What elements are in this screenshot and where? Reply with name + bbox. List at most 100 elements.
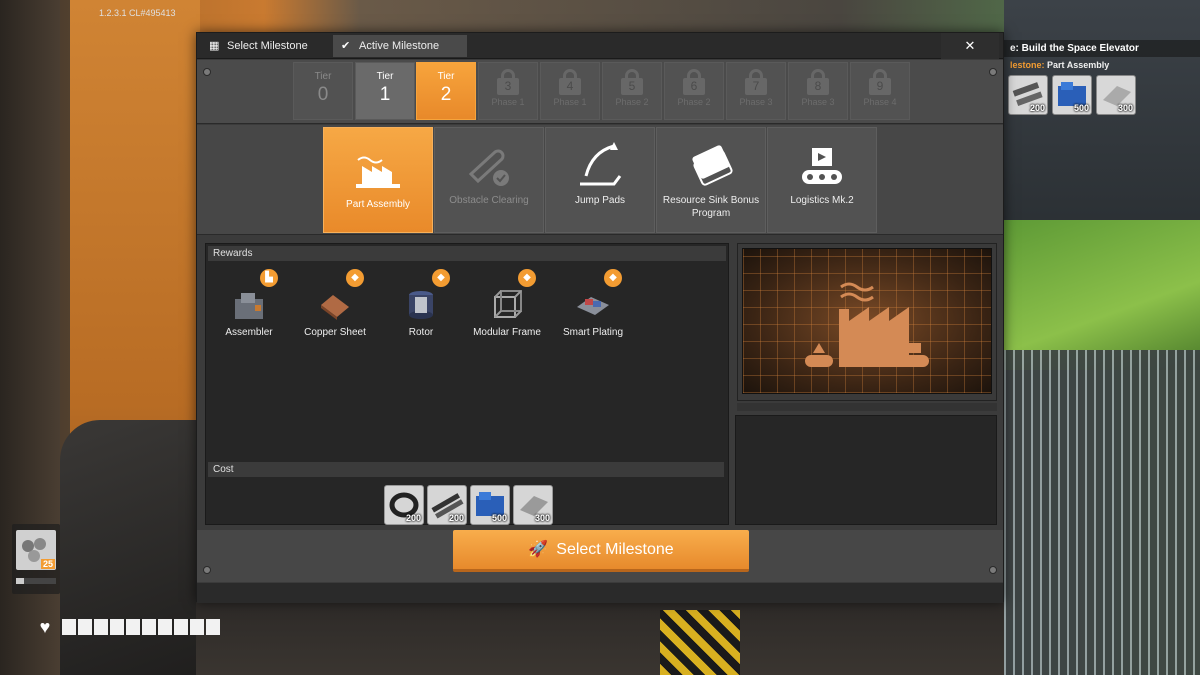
lock-icon: 7 (745, 69, 767, 95)
item-count: 25 (40, 559, 55, 569)
objective-hud: e: Build the Space Elevator lestone: Par… (1004, 40, 1200, 117)
lock-icon: 6 (683, 69, 705, 95)
milestone-obstacle-clearing[interactable]: Obstacle Clearing (434, 127, 544, 233)
milestone-window: ▦ Select Milestone ✔ Active Milestone ✕ … (196, 32, 1004, 603)
lock-icon: 8 (807, 69, 829, 95)
check-icon: ✔ (341, 40, 351, 52)
tier-3[interactable]: 3 Phase 1 (478, 62, 538, 120)
rivet (203, 68, 211, 76)
tier-8[interactable]: 8 Phase 3 (788, 62, 848, 120)
tab-active-milestone[interactable]: ✔ Active Milestone (333, 35, 467, 57)
sheet-icon[interactable]: 300 (513, 485, 553, 525)
objective-items: 200 500 300 (1004, 73, 1200, 117)
tier-9[interactable]: 9 Phase 4 (850, 62, 910, 120)
jump-pad-icon (580, 142, 622, 186)
window-frame (197, 583, 1003, 603)
background-floor (196, 600, 1004, 675)
equipment-slot: 25 (12, 524, 60, 594)
health-cell (62, 619, 76, 635)
health-cell (174, 619, 188, 635)
crates-icon[interactable]: 500 (470, 485, 510, 525)
reward-modular-frame[interactable]: ◆ Modular Frame (464, 269, 550, 338)
chainsaw-icon (468, 149, 509, 186)
milestone-logistics[interactable]: Logistics Mk.2 (767, 127, 877, 233)
background-grass (1004, 220, 1200, 370)
milestone-preview (737, 243, 997, 401)
modular-frame-icon (494, 290, 522, 318)
rods-icon[interactable]: 200 (427, 485, 467, 525)
heart-icon: ♥ (39, 617, 51, 637)
preview-screen (742, 248, 992, 394)
part-icon: ◆ (346, 269, 364, 287)
cable-icon[interactable]: 200 (384, 485, 424, 525)
description-panel (735, 415, 997, 525)
health-cell (110, 619, 124, 635)
health-cell (78, 619, 92, 635)
objective-title: e: Build the Space Elevator (1004, 40, 1200, 57)
preview-footer (737, 403, 997, 411)
reward-smart-plating[interactable]: ◆ Smart Plating (550, 269, 636, 338)
sheet-icon: 300 (1096, 75, 1136, 115)
tier-4[interactable]: 4 Phase 1 (540, 62, 600, 120)
grid-icon: ▦ (209, 40, 220, 52)
reward-assembler[interactable]: ▙ Assembler (206, 269, 292, 338)
milestone-jump-pads[interactable]: Jump Pads (545, 127, 655, 233)
cost-items: 200 200 500 300 (384, 485, 553, 525)
reward-copper-sheet[interactable]: ◆ Copper Sheet (292, 269, 378, 338)
cost-header: Cost (208, 462, 724, 477)
pipes-icon: 25 (16, 530, 56, 570)
bottom-bar: 🚀 Select Milestone (197, 530, 1003, 582)
rivet (989, 68, 997, 76)
version-label: 1.2.3.1 CL#495413 (99, 8, 176, 18)
background-hazard-stripes (660, 610, 740, 675)
assembler-icon (235, 293, 263, 319)
select-milestone-button[interactable]: 🚀 Select Milestone (453, 530, 749, 572)
factory-icon (805, 282, 929, 367)
tier-1[interactable]: Tier 1 (355, 62, 415, 120)
rotor-icon (409, 291, 433, 319)
rewards-grid: ▙ Assembler ◆ Copper Sheet ◆ Rotor ◆ Mod… (206, 263, 728, 463)
reward-rotor[interactable]: ◆ Rotor (378, 269, 464, 338)
building-icon: ▙ (260, 269, 278, 287)
part-icon: ◆ (604, 269, 622, 287)
smart-plating-icon (577, 297, 609, 315)
tier-2[interactable]: Tier 2 (416, 62, 476, 120)
coupon-icon (692, 145, 733, 186)
crates-icon: 500 (1052, 75, 1092, 115)
rewards-header: Rewards (208, 246, 726, 261)
rewards-panel: Rewards ▙ Assembler ◆ Copper Sheet ◆ Rot… (205, 243, 729, 525)
health-cells (62, 619, 220, 635)
close-button[interactable]: ✕ (941, 33, 999, 59)
milestone-resource-sink[interactable]: Resource Sink Bonus Program (656, 127, 766, 233)
tier-6[interactable]: 6 Phase 2 (664, 62, 724, 120)
milestone-row: Part Assembly Obstacle Clearing Jump Pad… (197, 125, 1003, 235)
tier-row: Tier 0 Tier 1 Tier 2 3 Phase 1 4 Phase 1 5 … (197, 60, 1003, 124)
health-bar: ♥ (34, 616, 220, 638)
lock-icon: 9 (869, 69, 891, 95)
background-grate (1004, 350, 1200, 675)
part-icon: ◆ (518, 269, 536, 287)
health-cell (190, 619, 204, 635)
tier-0[interactable]: Tier 0 (293, 62, 353, 120)
tab-select-milestone[interactable]: ▦ Select Milestone (201, 35, 331, 57)
rocket-icon: 🚀 (528, 541, 549, 558)
tab-bar: ▦ Select Milestone ✔ Active Milestone ✕ (197, 33, 1003, 59)
rivet (203, 566, 211, 574)
tier-5[interactable]: 5 Phase 2 (602, 62, 662, 120)
rivet (989, 566, 997, 574)
conveyor-icon (802, 148, 842, 184)
health-cell (206, 619, 220, 635)
health-cell (158, 619, 172, 635)
factory-icon (356, 156, 400, 188)
milestone-part-assembly[interactable]: Part Assembly (323, 127, 433, 233)
lock-icon: 5 (621, 69, 643, 95)
lock-icon: 3 (497, 69, 519, 95)
objective-subtitle: lestone: Part Assembly (1010, 60, 1110, 70)
health-cell (126, 619, 140, 635)
tier-7[interactable]: 7 Phase 3 (726, 62, 786, 120)
cost-section: Cost (206, 460, 726, 479)
plates-icon: 200 (1008, 75, 1048, 115)
equipment-bar (16, 578, 56, 584)
copper-sheet-icon (321, 295, 349, 320)
part-icon: ◆ (432, 269, 450, 287)
